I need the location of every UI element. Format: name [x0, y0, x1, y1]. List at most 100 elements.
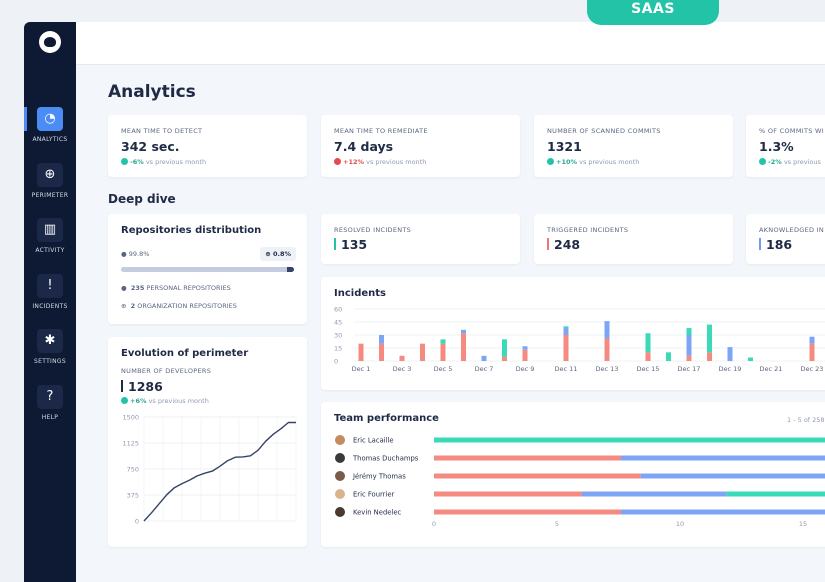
- trend-up-icon: [759, 158, 766, 165]
- pie-chart-icon: ◔: [37, 107, 63, 131]
- top-bar: [76, 22, 825, 65]
- incidents-bar-acknowledged: [604, 321, 610, 339]
- help-icon: ?: [37, 385, 63, 409]
- sidebar-item-label: HELP: [41, 414, 59, 421]
- perimeter-value: 1286: [128, 379, 163, 394]
- kpi-delta-percent: +10%: [556, 158, 578, 166]
- incidents-bar-acknowledged: [686, 335, 692, 356]
- sidebar-item-label: SETTINGS: [34, 358, 66, 365]
- kpi-delta-note: vs previous month: [145, 158, 207, 166]
- acknowledged-incidents-card: AKNOWLEDGED IN 186: [746, 214, 825, 264]
- team-member-name: Thomas Duchamps: [352, 455, 419, 463]
- perimeter-y-tick: 0: [135, 518, 139, 526]
- kpi-delta: +12% vs previous month: [334, 158, 426, 166]
- sidebar-item-help[interactable]: ? HELP: [24, 385, 76, 433]
- incidents-bar-resolved: [707, 324, 712, 353]
- kpi-card: % OF COMMITS WI 1.3% -2% vs previous: [746, 115, 825, 177]
- alert-icon: !: [37, 274, 63, 298]
- sidebar-item-activity[interactable]: ▥ ACTIVITY: [24, 218, 76, 266]
- team-bar-acknowledged: [620, 455, 825, 461]
- kpi-card: MEAN TIME TO DETECT 342 sec. -6% vs prev…: [108, 115, 307, 177]
- incident-value: 186: [766, 237, 793, 252]
- incidents-bar-triggered: [420, 343, 425, 361]
- incidents-bar-triggered: [809, 343, 815, 361]
- team-x-tick: 15: [799, 520, 807, 528]
- triggered-incidents-card: TRIGGERED INCIDENTS 248: [534, 214, 733, 264]
- user-avatar: [335, 471, 345, 481]
- incidents-bar-triggered: [440, 343, 446, 361]
- team-performance-chart: Eric Lacaille Thomas Duchamps Jérémy Thoma…: [335, 435, 825, 528]
- team-bar-acknowledged: [581, 491, 727, 497]
- distribution-bar: [121, 267, 294, 272]
- incidents-bar-triggered: [399, 355, 405, 361]
- personal-percent: ● 99.8%: [121, 250, 149, 258]
- globe-icon: ⊕: [37, 163, 63, 187]
- incident-color-marker: [334, 238, 336, 250]
- app-frame: ◔ ANALYTICS ⊕ PERIMETER ▥ ACTIVITY ! INC…: [0, 0, 825, 582]
- incidents-y-tick: 30: [334, 332, 342, 340]
- team-x-tick: 10: [676, 520, 684, 528]
- kpi-card: NUMBER OF SCANNED COMMITS 1321 +10% vs p…: [534, 115, 733, 177]
- incidents-bar-triggered: [645, 352, 651, 361]
- trend-down-icon: [334, 158, 341, 165]
- team-performance-card: Team performance 1 - 5 of 258 Eric Lacai…: [321, 402, 825, 547]
- incidents-bar-resolved: [666, 352, 671, 361]
- user-icon: ●: [121, 284, 127, 292]
- incidents-bar-resolved: [686, 328, 692, 335]
- incident-value: 248: [554, 237, 581, 252]
- incidents-bar-triggered: [461, 333, 466, 361]
- kpi-label: MEAN TIME TO DETECT: [121, 127, 203, 135]
- sidebar-item-perimeter[interactable]: ⊕ PERIMETER: [24, 163, 76, 211]
- incidents-x-tick: Dec 15: [637, 365, 660, 373]
- kpi-label: MEAN TIME TO REMEDIATE: [334, 127, 428, 135]
- incident-value: 135: [341, 237, 368, 252]
- kpi-card: MEAN TIME TO REMEDIATE 7.4 days +12% vs …: [321, 115, 520, 177]
- trend-up-icon: [547, 158, 554, 165]
- org-icon: ⊕: [265, 250, 271, 258]
- pagination[interactable]: 1 - 5 of 258: [787, 416, 825, 424]
- section-title: Deep dive: [108, 192, 176, 206]
- incident-label: AKNOWLEDGED IN: [759, 226, 825, 234]
- org-count: 2: [130, 302, 136, 310]
- sidebar-item-settings[interactable]: ✱ SETTINGS: [24, 329, 76, 377]
- user-avatar: [335, 435, 345, 445]
- personal-percent-value: 99.8%: [128, 250, 150, 258]
- team-bar-triggered: [434, 491, 582, 497]
- perimeter-y-tick: 375: [127, 492, 139, 500]
- incidents-card: Incidents 0 15 30 45 60 Dec 1 Dec 3 Dec 5 Dec 7 D…: [321, 277, 825, 390]
- kpi-value: 1.3%: [759, 139, 794, 154]
- team-bar-acknowledged: [640, 473, 825, 479]
- sidebar-item-label: ANALYTICS: [32, 136, 68, 143]
- incidents-bar-triggered: [358, 343, 364, 361]
- sidebar-item-incidents[interactable]: ! INCIDENTS: [24, 274, 76, 322]
- personal-count: 235: [130, 284, 145, 292]
- incidents-bar-triggered: [502, 356, 507, 361]
- card-title: Team performance: [334, 413, 439, 424]
- incidents-x-tick: Dec 13: [596, 365, 619, 373]
- perimeter-y-tick: 1125: [122, 440, 139, 448]
- user-avatar: [335, 507, 345, 517]
- incidents-x-tick: Dec 3: [393, 365, 412, 373]
- incidents-x-tick: Dec 9: [516, 365, 535, 373]
- user-avatar: [335, 489, 345, 499]
- team-member-name: Eric Fourrier: [353, 491, 395, 499]
- incidents-bar-acknowledged: [379, 335, 384, 344]
- team-bar-acknowledged: [620, 509, 825, 515]
- incidents-bar-resolved: [440, 339, 446, 344]
- kpi-label: % OF COMMITS WI: [759, 127, 824, 135]
- incidents-bar-resolved: [502, 339, 507, 357]
- perimeter-delta-percent: +6%: [130, 397, 147, 405]
- kpi-value: 1321: [547, 139, 582, 154]
- incidents-y-tick: 60: [334, 306, 342, 314]
- perimeter-y-tick: 1500: [122, 415, 139, 422]
- perimeter-line-chart: 0 375 750 1125 1500: [122, 415, 297, 526]
- sidebar-item-analytics[interactable]: ◔ ANALYTICS: [24, 107, 76, 155]
- team-bar-triggered: [434, 455, 621, 461]
- incidents-bar-triggered: [522, 349, 528, 361]
- distribution-bar-org: [287, 267, 294, 272]
- perimeter-marker: [121, 380, 123, 392]
- perimeter-card: Evolution of perimeter NUMBER OF DEVELOP…: [108, 337, 307, 547]
- incident-label: RESOLVED INCIDENTS: [334, 226, 412, 234]
- kpi-delta-note: vs previous: [783, 158, 821, 166]
- kpi-delta-note: vs previous month: [579, 158, 640, 166]
